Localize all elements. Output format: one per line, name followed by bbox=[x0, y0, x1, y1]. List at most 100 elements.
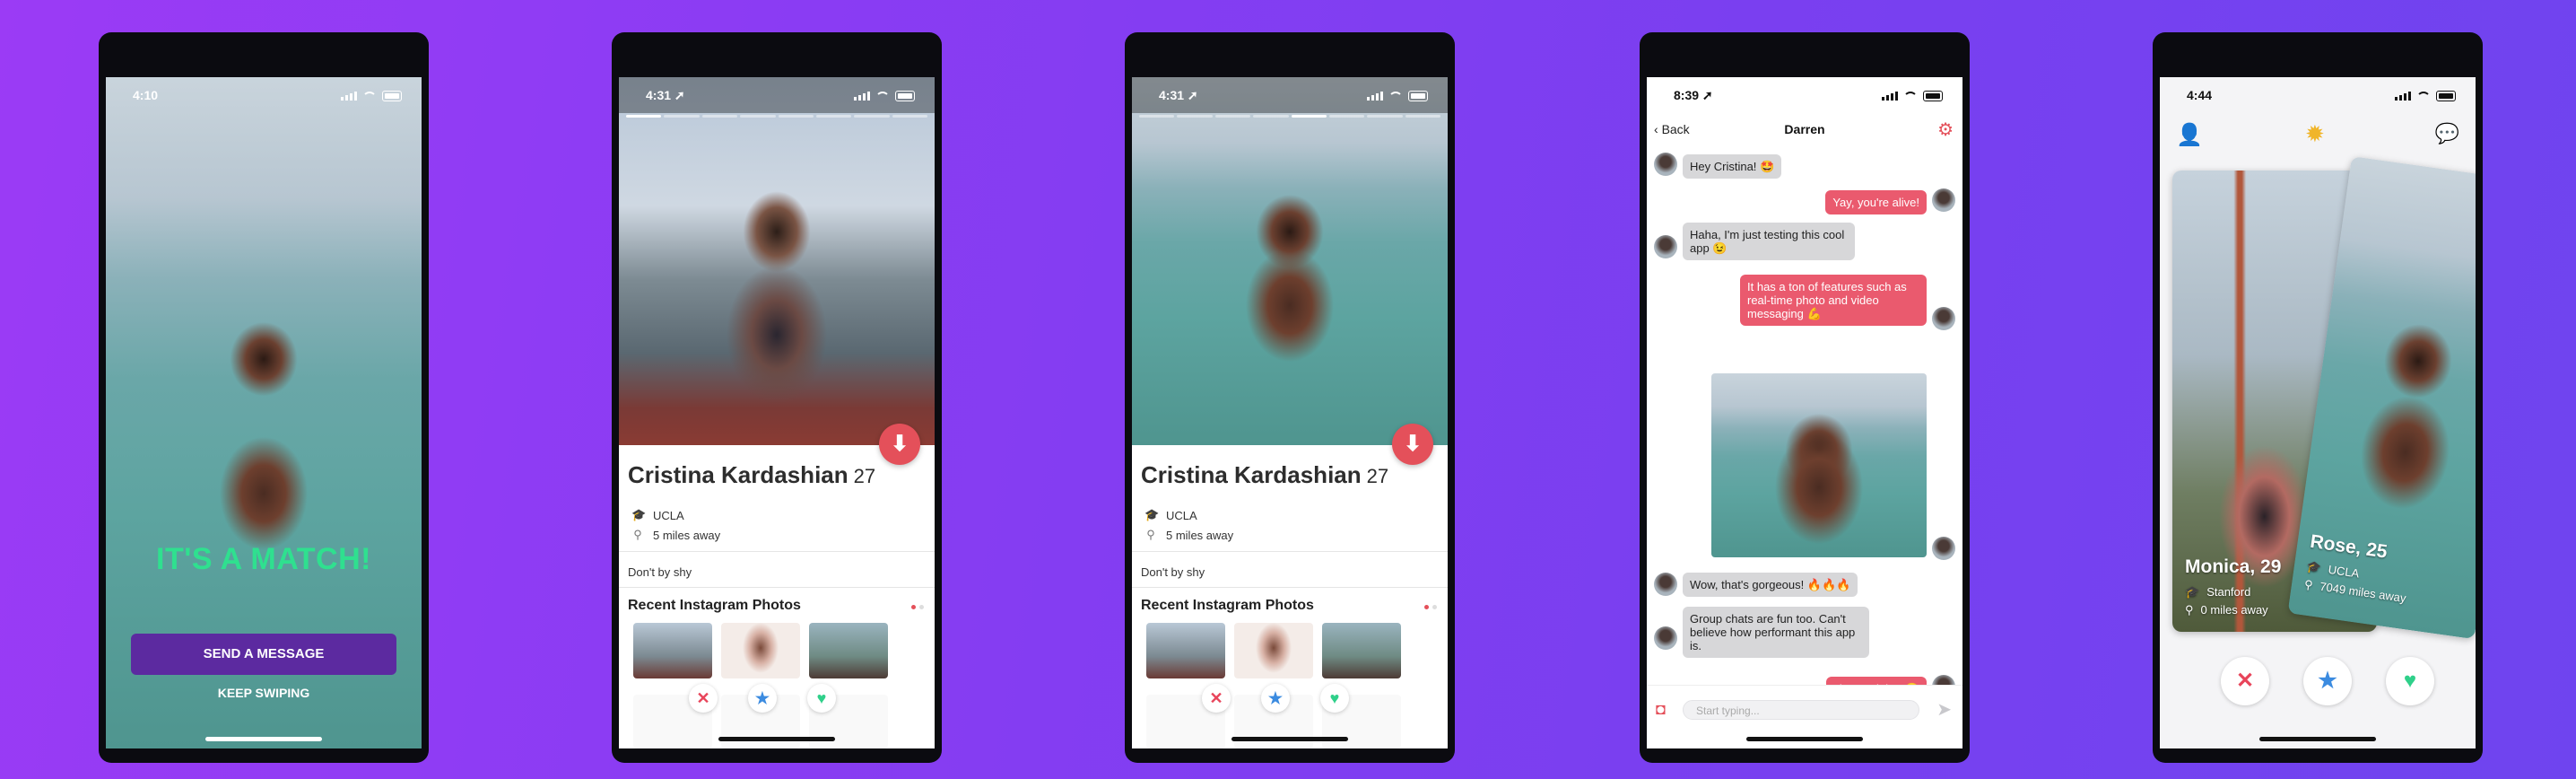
avatar bbox=[1654, 153, 1677, 176]
home-indicator bbox=[1746, 737, 1863, 741]
graduation-cap-icon: 🎓 bbox=[631, 508, 647, 521]
heart-icon: ♥ bbox=[816, 689, 827, 707]
photo-pager bbox=[626, 115, 927, 118]
profile-photo[interactable] bbox=[1132, 77, 1448, 445]
signal-icon bbox=[854, 92, 870, 101]
message-bubble: It has a ton of features such as real-ti… bbox=[1740, 275, 1927, 326]
status-bar: 4:31 ➚ bbox=[619, 77, 935, 113]
home-indicator bbox=[718, 737, 835, 741]
chat-screen: 8:39 ➚ ‹ Back Darren ⚙ Hey Cristina! 🤩 Y… bbox=[1647, 77, 1962, 748]
instagram-photo[interactable] bbox=[809, 623, 888, 678]
phone-match-screen: 4:10 IT'S A MATCH! SEND A MESSAGE KEEP S… bbox=[99, 32, 429, 763]
like-button[interactable]: ♥ bbox=[1320, 684, 1349, 713]
instagram-photo[interactable] bbox=[1234, 623, 1313, 678]
status-time: 4:31 ➚ bbox=[1159, 88, 1198, 102]
wifi-icon bbox=[362, 92, 377, 101]
status-bar: 4:44 bbox=[2160, 77, 2476, 113]
profile-school: UCLA bbox=[653, 508, 684, 522]
wifi-icon bbox=[875, 92, 890, 101]
profile-photo[interactable] bbox=[619, 77, 935, 445]
dislike-button[interactable]: ✕ bbox=[2221, 657, 2269, 705]
signal-icon bbox=[341, 92, 357, 101]
message-input[interactable]: Start typing... bbox=[1683, 700, 1919, 720]
avatar bbox=[1932, 537, 1955, 560]
instagram-page-dots bbox=[911, 605, 924, 609]
instagram-thumbnails bbox=[633, 623, 888, 678]
status-time: 8:39 ➚ bbox=[1674, 88, 1713, 102]
phone-swipe-screen: 4:44 👤 ✹ 💬 Monica, 29 🎓 Stanford ⚲ 0 miles… bbox=[2153, 32, 2483, 763]
avatar bbox=[1654, 626, 1677, 650]
instagram-photo[interactable] bbox=[633, 623, 712, 678]
like-button[interactable]: ♥ bbox=[807, 684, 836, 713]
status-bar: 8:39 ➚ bbox=[1647, 77, 1962, 113]
instagram-photo[interactable] bbox=[721, 623, 800, 678]
superlike-button[interactable]: ★ bbox=[748, 684, 777, 713]
signal-icon bbox=[1882, 92, 1898, 101]
collapse-profile-button[interactable]: ⬇ bbox=[1392, 424, 1433, 465]
message-bubble: Haha, I'm just testing this cool app 😉 bbox=[1683, 223, 1855, 260]
match-screen: 4:10 IT'S A MATCH! SEND A MESSAGE KEEP S… bbox=[106, 77, 422, 748]
camera-icon[interactable]: ◘ bbox=[1656, 700, 1666, 719]
chat-photo-message[interactable] bbox=[1711, 373, 1927, 557]
chat-nav-bar: ‹ Back Darren ⚙ bbox=[1647, 113, 1962, 145]
photo-pager bbox=[1139, 115, 1440, 118]
swipe-top-bar: 👤 ✹ 💬 bbox=[2160, 113, 2476, 167]
battery-icon bbox=[1923, 91, 1943, 101]
profile-screen: 4:31 ➚ ⬇ Cristina Kardashian 27 🎓 UCLA ⚲ 5 … bbox=[1132, 77, 1448, 748]
battery-icon bbox=[1408, 91, 1428, 101]
superlike-button[interactable]: ★ bbox=[1261, 684, 1290, 713]
gear-icon[interactable]: ⚙ bbox=[1937, 118, 1954, 141]
message-bubble: Yay, you're alive! bbox=[1825, 190, 1927, 214]
match-title: IT'S A MATCH! bbox=[156, 542, 371, 576]
like-button[interactable]: ♥ bbox=[2386, 657, 2434, 705]
status-time: 4:31 ➚ bbox=[646, 88, 685, 102]
signal-icon bbox=[2395, 92, 2411, 101]
battery-icon bbox=[895, 91, 915, 101]
divider bbox=[1132, 551, 1448, 552]
home-indicator bbox=[205, 737, 322, 741]
avatar bbox=[1654, 573, 1677, 596]
avatar bbox=[1932, 188, 1955, 212]
instagram-section-title: Recent Instagram Photos bbox=[1141, 598, 1314, 613]
heart-icon: ♥ bbox=[1329, 689, 1340, 707]
send-message-button[interactable]: SEND A MESSAGE bbox=[131, 634, 396, 675]
heart-icon: ♥ bbox=[2403, 669, 2417, 693]
phone-profile-screen-2: 4:31 ➚ ⬇ Cristina Kardashian 27 🎓 UCLA ⚲ 5 … bbox=[1125, 32, 1455, 763]
star-icon: ★ bbox=[2318, 669, 2337, 693]
card-school: Stanford bbox=[2206, 585, 2251, 599]
collapse-profile-button[interactable]: ⬇ bbox=[879, 424, 920, 465]
wifi-icon bbox=[1903, 92, 1918, 101]
user-profile-icon[interactable]: 👤 bbox=[2176, 122, 2203, 148]
chat-bubbles-icon[interactable]: 💬 bbox=[2435, 122, 2459, 145]
location-pin-icon: ⚲ bbox=[2303, 577, 2314, 592]
superlike-button[interactable]: ★ bbox=[2303, 657, 2352, 705]
dislike-button[interactable]: ✕ bbox=[689, 684, 718, 713]
card-distance: 7049 miles away bbox=[2319, 579, 2407, 606]
keep-swiping-button[interactable]: KEEP SWIPING bbox=[106, 686, 422, 700]
profile-school: UCLA bbox=[1166, 508, 1197, 522]
card-school: UCLA bbox=[2327, 562, 2361, 581]
send-icon[interactable]: ➤ bbox=[1936, 698, 1952, 721]
battery-icon bbox=[382, 91, 402, 101]
wifi-icon bbox=[2416, 92, 2431, 101]
profile-distance: 5 miles away bbox=[653, 528, 721, 542]
battery-icon bbox=[2436, 91, 2456, 101]
profile-age: 27 bbox=[853, 465, 876, 487]
profile-name: Cristina Kardashian bbox=[628, 461, 849, 488]
avatar bbox=[1932, 307, 1955, 330]
instagram-section-title: Recent Instagram Photos bbox=[628, 598, 801, 613]
divider bbox=[619, 551, 935, 552]
status-bar: 4:10 bbox=[106, 77, 422, 113]
status-time: 4:10 bbox=[133, 88, 159, 102]
star-icon: ★ bbox=[1267, 689, 1284, 707]
graduation-cap-icon: 🎓 bbox=[1144, 508, 1160, 521]
dislike-button[interactable]: ✕ bbox=[1202, 684, 1231, 713]
action-buttons: ✕ ★ ♥ bbox=[1202, 684, 1349, 713]
phone-chat-screen: 8:39 ➚ ‹ Back Darren ⚙ Hey Cristina! 🤩 Y… bbox=[1640, 32, 1970, 763]
status-bar: 4:31 ➚ bbox=[1132, 77, 1448, 113]
avatar bbox=[1654, 235, 1677, 258]
instagram-photo[interactable] bbox=[1322, 623, 1401, 678]
message-bubble: Group chats are fun too. Can't believe h… bbox=[1683, 607, 1869, 658]
instagram-photo[interactable] bbox=[1146, 623, 1225, 678]
swipe-screen: 4:44 👤 ✹ 💬 Monica, 29 🎓 Stanford ⚲ 0 miles… bbox=[2160, 77, 2476, 748]
